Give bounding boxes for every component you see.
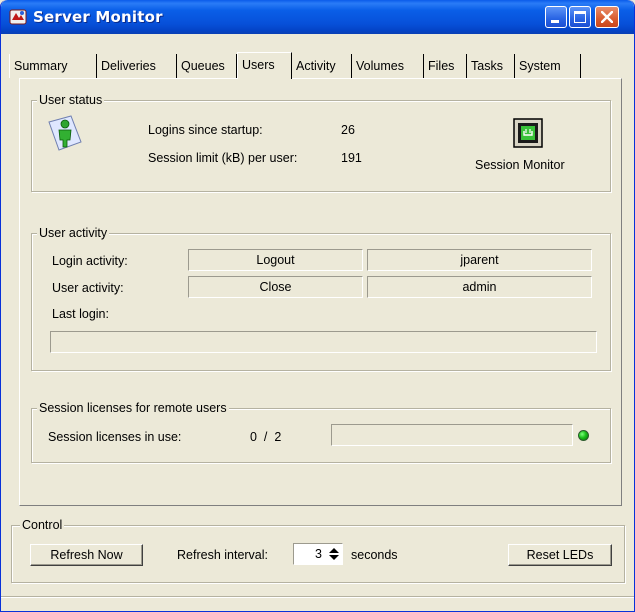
- tab-queues[interactable]: Queues: [177, 54, 237, 78]
- refresh-interval-label: Refresh interval:: [177, 548, 269, 562]
- window-title: Server Monitor: [33, 8, 163, 26]
- license-status-led: [578, 430, 589, 441]
- session-monitor-icon: [513, 118, 543, 148]
- server-monitor-window: Server Monitor Summary Deliveries Queues…: [0, 0, 635, 612]
- tab-summary[interactable]: Summary: [9, 54, 97, 78]
- licenses-progress-bar: [331, 424, 573, 446]
- reset-leds-button[interactable]: Reset LEDs: [508, 544, 612, 566]
- session-monitor-label[interactable]: Session Monitor: [475, 158, 565, 172]
- status-bar-divider: [1, 596, 634, 597]
- logins-since-startup-label: Logins since startup:: [148, 123, 263, 137]
- control-legend: Control: [20, 518, 65, 532]
- title-bar[interactable]: Server Monitor: [1, 0, 634, 34]
- user-icon: [48, 115, 82, 151]
- login-activity-action-field: Logout: [188, 249, 363, 271]
- user-activity-action-field: Close: [188, 276, 363, 298]
- close-button[interactable]: [595, 6, 619, 28]
- close-icon: [601, 11, 613, 23]
- logins-since-startup-value: 26: [341, 123, 355, 137]
- tab-volumes[interactable]: Volumes: [352, 54, 424, 78]
- tab-users[interactable]: Users: [237, 52, 292, 79]
- licenses-in-use-label: Session licenses in use:: [48, 430, 182, 444]
- tab-files[interactable]: Files: [424, 54, 467, 78]
- login-activity-label: Login activity:: [52, 254, 128, 268]
- last-login-field: [50, 331, 597, 353]
- app-icon: [9, 9, 27, 25]
- user-activity-user-field: admin: [367, 276, 592, 298]
- session-limit-value: 191: [341, 151, 362, 165]
- refresh-now-button[interactable]: Refresh Now: [30, 544, 143, 566]
- session-limit-label: Session limit (kB) per user:: [148, 151, 298, 165]
- session-monitor-button[interactable]: [513, 118, 543, 148]
- tab-deliveries[interactable]: Deliveries: [97, 54, 177, 78]
- minimize-button[interactable]: [545, 6, 567, 28]
- tab-tasks[interactable]: Tasks: [467, 54, 515, 78]
- spinner-arrows-icon[interactable]: [328, 547, 340, 561]
- last-login-label: Last login:: [52, 307, 109, 321]
- login-activity-user-field: jparent: [367, 249, 592, 271]
- maximize-button[interactable]: [569, 6, 591, 28]
- user-status-legend: User status: [37, 93, 105, 107]
- user-activity-legend: User activity: [37, 226, 110, 240]
- refresh-interval-unit: seconds: [351, 548, 398, 562]
- licenses-in-use-value: 0 / 2: [250, 430, 282, 444]
- user-activity-label: User activity:: [52, 281, 124, 295]
- session-licenses-legend: Session licenses for remote users: [37, 401, 229, 415]
- tab-activity[interactable]: Activity: [292, 54, 352, 78]
- tab-system[interactable]: System: [515, 54, 581, 78]
